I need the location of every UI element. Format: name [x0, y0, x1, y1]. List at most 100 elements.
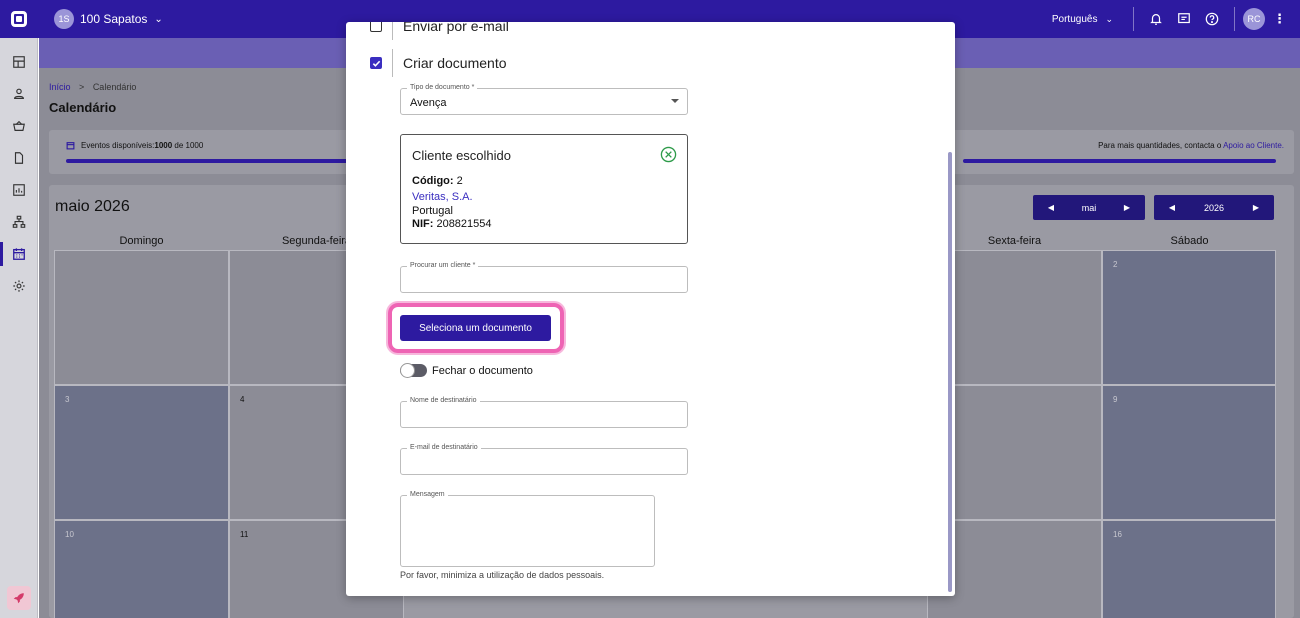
app-logo[interactable] [0, 0, 38, 38]
day-number: 16 [1113, 530, 1122, 539]
calendar-icon [13, 248, 25, 260]
breadcrumb-separator: > [79, 82, 85, 92]
calendar-cell[interactable]: 9 [1102, 385, 1276, 520]
chevron-down-icon: ⌄ [154, 13, 163, 25]
calendar-icon [66, 142, 75, 150]
day-number: 11 [240, 530, 249, 539]
sidebar-item-settings[interactable] [0, 270, 38, 302]
calendar-cell[interactable]: 10 [54, 520, 229, 618]
chat-icon[interactable] [1173, 8, 1195, 30]
sidebar [0, 38, 38, 618]
client-nif-label: NIF: [412, 218, 434, 230]
previous-year-button[interactable]: ◀ [1154, 203, 1190, 212]
company-name: 100 Sapatos [80, 12, 148, 26]
caret-down-icon [671, 99, 679, 103]
language-selector[interactable]: Português ⌄ [1052, 14, 1113, 25]
client-code-label: Código: [412, 175, 454, 187]
recipient-email-label: E-mail de destinatário [407, 444, 481, 452]
page-title: Calendário [49, 100, 117, 115]
document-type-label: Tipo de documento * [407, 84, 478, 92]
month-navigator: ◀ mai ▶ [1033, 195, 1145, 220]
close-document-toggle[interactable] [400, 363, 427, 378]
day-number: 10 [65, 530, 74, 539]
dashboard-icon [13, 56, 25, 68]
day-number: 4 [240, 395, 245, 404]
create-document-option: Criar documento [370, 49, 507, 77]
year-navigator: ◀ 2026 ▶ [1154, 195, 1274, 220]
events-count: 1000 [154, 141, 173, 150]
chart-icon [13, 184, 25, 196]
previous-month-button[interactable]: ◀ [1033, 203, 1069, 212]
close-document-option: Fechar o documento [400, 363, 533, 378]
sidebar-item-reports[interactable] [0, 174, 38, 206]
sidebar-item-documents[interactable] [0, 142, 38, 174]
client-nif: NIF: 208821554 [412, 218, 492, 230]
more-vertical-icon[interactable]: ⋮ [1273, 11, 1286, 27]
day-number: 3 [65, 395, 70, 404]
bell-icon[interactable] [1145, 8, 1167, 30]
create-document-checkbox[interactable] [370, 57, 382, 69]
company-avatar: 1S [54, 9, 74, 29]
event-modal: Enviar por e-mail Criar documento Tipo d… [346, 22, 955, 596]
events-total: 1000 [185, 141, 204, 150]
sidebar-item-dashboard[interactable] [0, 46, 38, 78]
events-note: Para mais quantidades, contacta o Apoio … [1098, 141, 1284, 150]
client-name-link[interactable]: Veritas, S.A. [412, 191, 473, 203]
recipient-name-input[interactable]: Nome de destinatário [400, 397, 688, 428]
chosen-client-card: Cliente escolhido Código: 2 Veritas, S.A… [400, 134, 688, 244]
close-circle-icon[interactable] [660, 146, 677, 163]
year-value: 2026 [1203, 202, 1225, 213]
client-code: Código: 2 [412, 175, 463, 187]
search-client-input[interactable]: Procurar um cliente * [400, 262, 688, 293]
day-header-saturday: Sábado [1170, 235, 1209, 247]
day-header-sunday: Domingo [119, 235, 164, 247]
document-type-select[interactable]: Tipo de documento * Avença [400, 84, 688, 115]
user-icon [14, 88, 24, 99]
events-progress-bar [66, 159, 351, 163]
next-year-button[interactable]: ▶ [1238, 203, 1274, 212]
calendar-cell[interactable]: 3 [54, 385, 229, 520]
events-available: Eventos disponíveis: 1000 de 1000 [66, 141, 203, 150]
chosen-client-title: Cliente escolhido [412, 148, 512, 163]
calendar-cell[interactable] [54, 250, 229, 385]
company-selector[interactable]: 1S 100 Sapatos ⌄ [54, 9, 163, 29]
calendar-cell[interactable]: 16 [1102, 520, 1276, 618]
user-avatar[interactable]: RC [1243, 8, 1265, 30]
document-type-value: Avença [410, 97, 447, 109]
close-document-label: Fechar o documento [432, 364, 533, 377]
events-progress-bar [963, 159, 1276, 163]
search-client-label: Procurar um cliente * [407, 262, 479, 270]
hierarchy-icon [12, 215, 26, 228]
day-number: 9 [1113, 395, 1118, 404]
breadcrumb-home[interactable]: Início [49, 82, 71, 92]
send-email-checkbox[interactable] [370, 22, 382, 32]
create-document-label: Criar documento [403, 55, 507, 71]
month-value: mai [1081, 202, 1097, 213]
sidebar-item-structure[interactable] [0, 206, 38, 238]
divider [1234, 7, 1235, 31]
chevron-down-icon: ⌄ [1105, 13, 1113, 24]
calendar-cell[interactable]: 2 [1102, 250, 1276, 385]
support-link[interactable]: Apoio ao Cliente. [1223, 141, 1284, 150]
divider [392, 22, 393, 40]
sidebar-item-calendar[interactable] [0, 238, 38, 270]
next-month-button[interactable]: ▶ [1109, 203, 1145, 212]
sidebar-item-users[interactable] [0, 78, 38, 110]
help-icon[interactable] [1201, 8, 1223, 30]
breadcrumb: Início > Calendário [49, 82, 136, 92]
language-label: Português [1051, 13, 1098, 25]
recipient-email-input[interactable]: E-mail de destinatário [400, 444, 688, 475]
rocket-icon[interactable] [7, 586, 31, 610]
divider [1133, 7, 1134, 31]
month-title: maio 2026 [55, 198, 130, 215]
scrollbar[interactable] [948, 152, 952, 592]
events-mid: de [172, 141, 186, 150]
message-textarea[interactable]: Mensagem [400, 491, 655, 567]
check-icon [372, 60, 380, 67]
gear-icon [13, 280, 25, 292]
recipient-name-label: Nome de destinatário [407, 397, 480, 405]
select-document-button[interactable]: Seleciona um documento [400, 315, 551, 341]
document-icon [14, 152, 24, 164]
client-country: Portugal [412, 205, 453, 217]
sidebar-item-basket[interactable] [0, 110, 38, 142]
